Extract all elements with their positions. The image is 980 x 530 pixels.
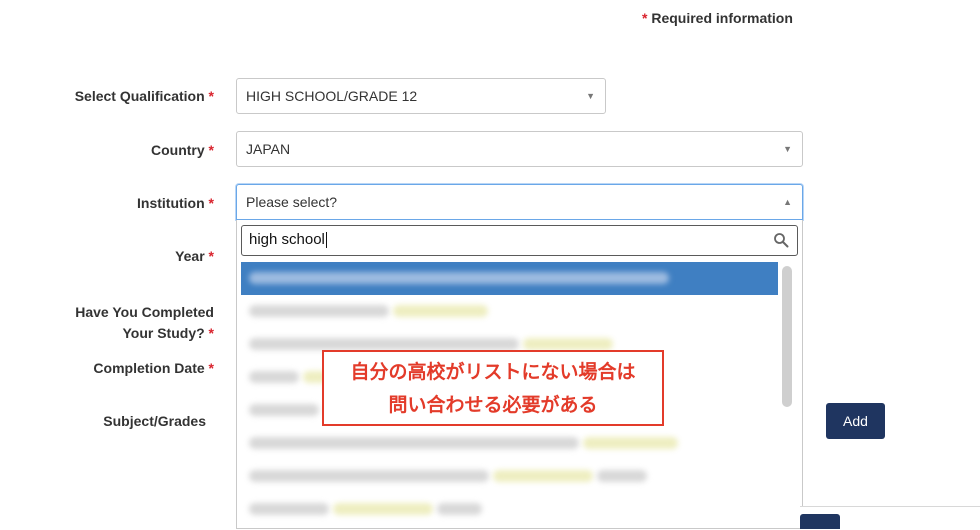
year-label: Year * [175,248,214,264]
result-item[interactable] [241,262,778,295]
qualification-value: HIGH SCHOOL/GRADE 12 [246,88,418,104]
qualification-label: Select Qualification * [74,88,214,104]
qualification-select[interactable]: HIGH SCHOOL/GRADE 12 ▼ [236,78,606,114]
completed-study-label: Have You Completed Your Study? * [75,304,214,341]
subject-grades-label: Subject/Grades [103,413,206,429]
institution-label: Institution * [137,195,214,211]
required-information-text: Required information [647,10,793,26]
results-scrollbar[interactable] [782,266,792,407]
chevron-down-icon: ▼ [783,144,792,154]
country-value: JAPAN [246,141,291,157]
completion-date-label: Completion Date * [93,360,214,376]
institution-search-input[interactable]: high school [241,225,798,256]
bottom-button-partial[interactable] [800,514,840,529]
required-information-note: * Required information [642,10,793,26]
search-value: high school [249,231,325,248]
country-label: Country * [150,142,214,158]
chevron-up-icon: ▲ [783,197,792,207]
institution-select[interactable]: Please select? ▲ [236,184,803,220]
result-item[interactable] [241,460,778,493]
result-item[interactable] [241,427,778,460]
country-select[interactable]: JAPAN ▼ [236,131,803,167]
add-button[interactable]: Add [826,403,885,439]
result-item[interactable] [241,493,778,524]
callout-line-1: 自分の高校がリストにない場合は [350,362,636,383]
chevron-down-icon: ▼ [586,91,595,101]
annotation-callout: 自分の高校がリストにない場合は 問い合わせる必要がある [322,350,664,426]
callout-line-2: 問い合わせる必要がある [388,395,598,416]
institution-placeholder: Please select? [246,194,338,210]
search-icon [774,233,789,248]
result-item[interactable] [241,295,778,328]
text-cursor [325,232,327,249]
